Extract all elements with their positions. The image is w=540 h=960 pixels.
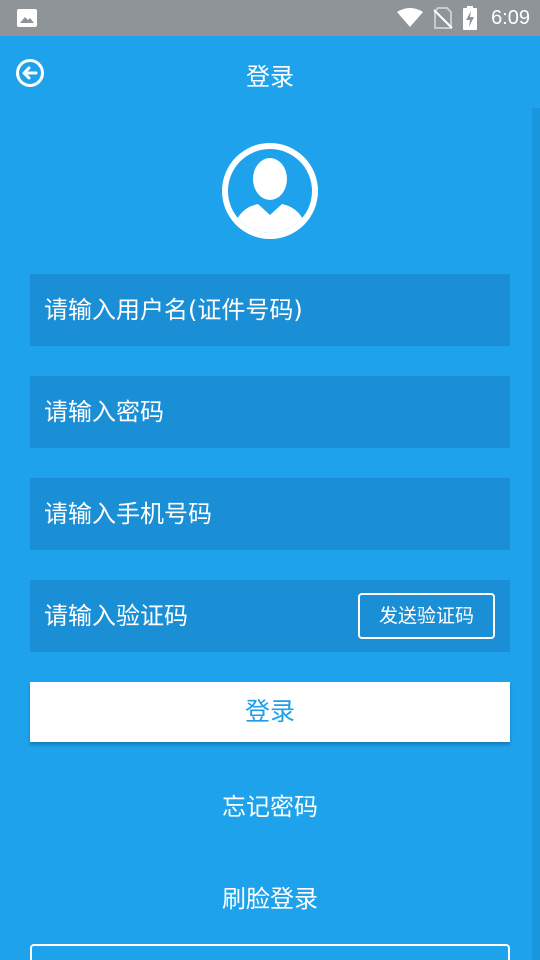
side-shade bbox=[532, 108, 540, 960]
phone-input[interactable] bbox=[44, 478, 484, 550]
username-field bbox=[30, 274, 510, 346]
no-sim-icon bbox=[433, 7, 453, 29]
send-code-button[interactable]: 发送验证码 bbox=[358, 593, 495, 639]
password-input[interactable] bbox=[44, 376, 484, 448]
wifi-icon bbox=[397, 8, 424, 27]
battery-charging-icon bbox=[463, 6, 478, 30]
face-login-link[interactable]: 刷脸登录 bbox=[0, 879, 540, 914]
phone-field bbox=[30, 478, 510, 550]
status-icons: 6:09 bbox=[397, 0, 530, 36]
verification-code-input[interactable] bbox=[44, 580, 344, 652]
username-input[interactable] bbox=[44, 274, 484, 346]
page-title: 登录 bbox=[246, 63, 294, 91]
user-silhouette-icon bbox=[222, 143, 318, 239]
password-field bbox=[30, 376, 510, 448]
login-button[interactable]: 登录 bbox=[30, 682, 510, 742]
image-icon bbox=[17, 9, 37, 27]
app-bar: 登录 bbox=[0, 36, 540, 108]
bottom-outlined-button[interactable] bbox=[30, 944, 510, 960]
status-bar: 6:09 bbox=[0, 0, 540, 36]
status-time: 6:09 bbox=[491, 6, 530, 29]
verification-code-field: 发送验证码 bbox=[30, 580, 510, 652]
forgot-password-link[interactable]: 忘记密码 bbox=[0, 787, 540, 822]
